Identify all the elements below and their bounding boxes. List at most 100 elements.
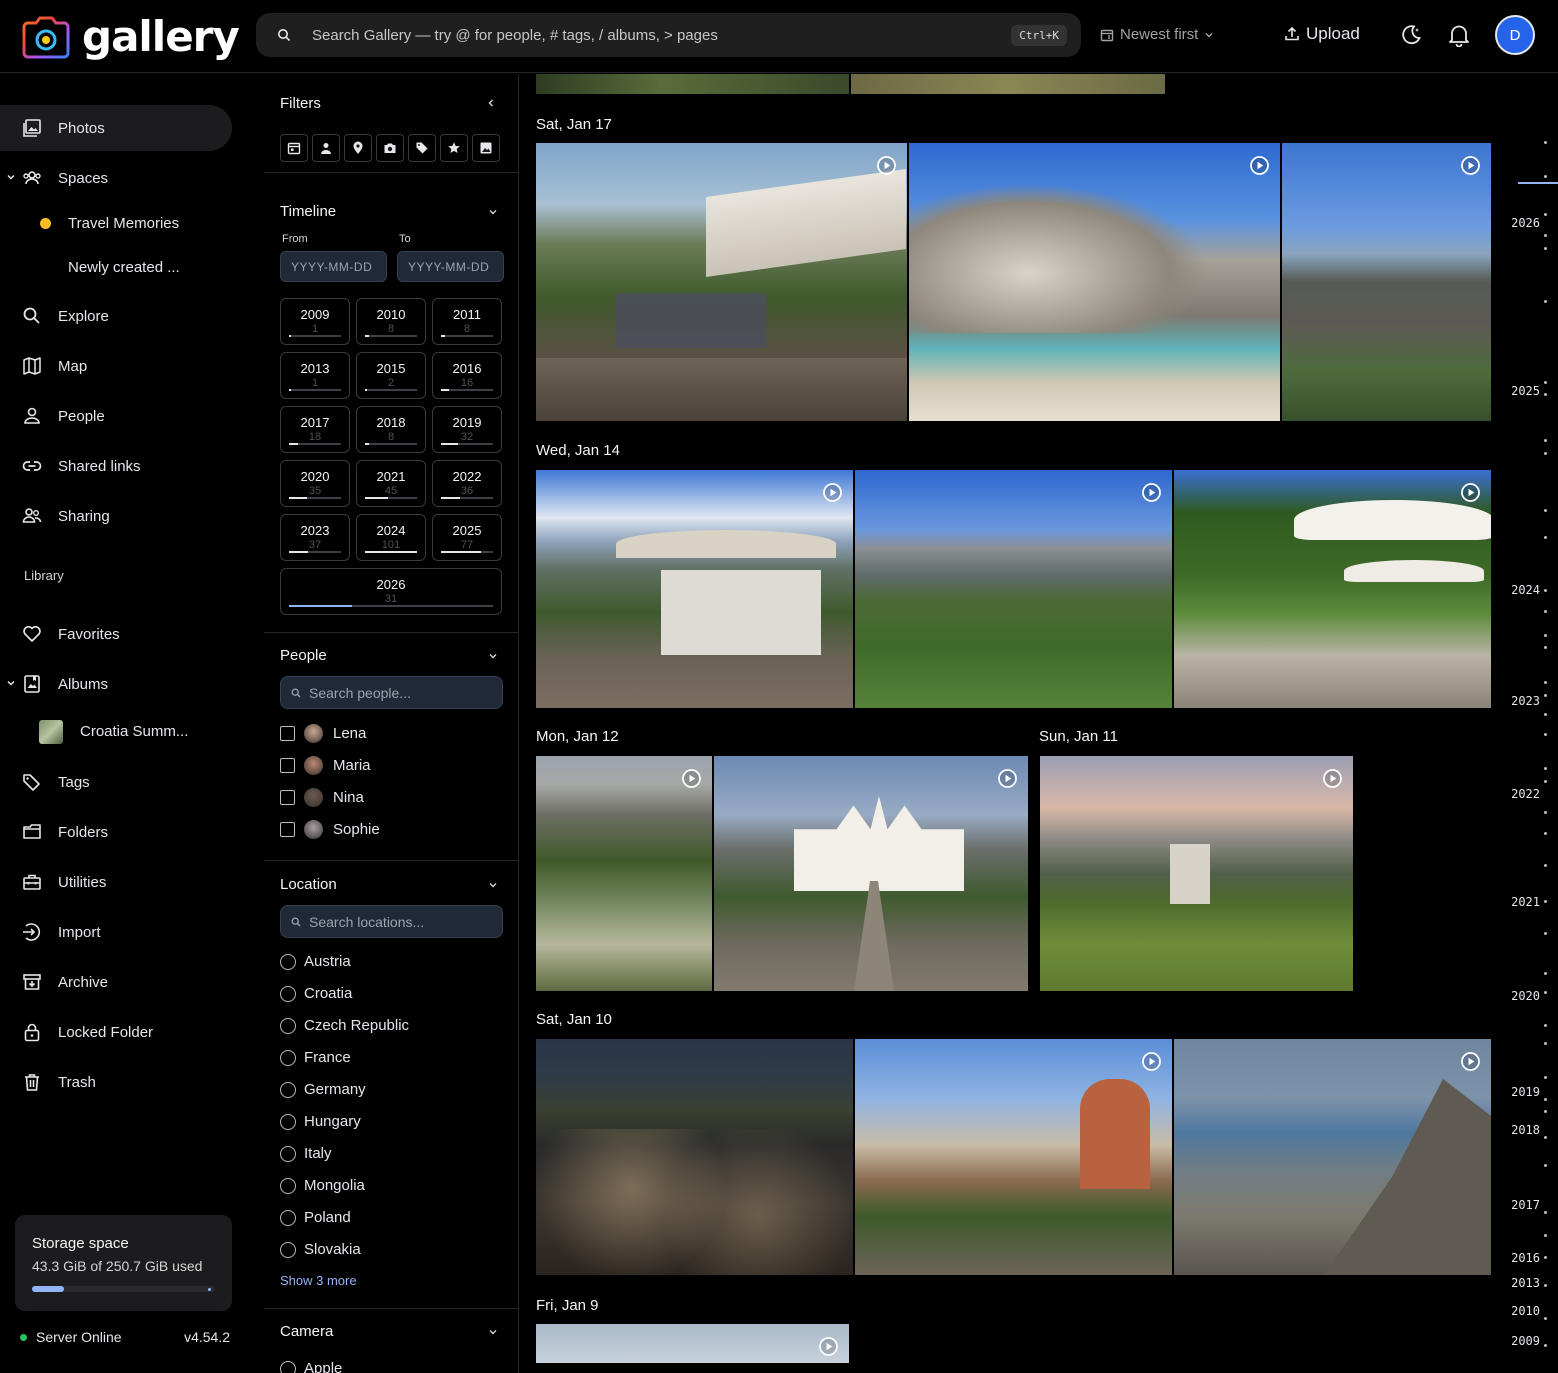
photo-thumbnail[interactable] [1174, 470, 1491, 708]
play-circle-icon[interactable] [997, 768, 1018, 789]
scrubber-year-label[interactable]: 2024 [1511, 583, 1540, 597]
year-button-2018[interactable]: 2018 8 [356, 406, 426, 453]
photo-thumbnail[interactable] [909, 143, 1280, 421]
year-button-2023[interactable]: 2023 37 [280, 514, 350, 561]
scrubber-year-label[interactable]: 2026 [1511, 216, 1540, 230]
camera-option[interactable]: Apple [280, 1360, 342, 1373]
location-filter-option[interactable]: Czech Republic [280, 1017, 409, 1034]
scrubber-year-label[interactable]: 2021 [1511, 895, 1540, 909]
radio-button[interactable] [280, 1360, 296, 1373]
sidebar-item-map[interactable]: Map [0, 343, 232, 389]
play-circle-icon[interactable] [1460, 482, 1481, 503]
year-button-2009[interactable]: 2009 1 [280, 298, 350, 345]
play-circle-icon[interactable] [876, 155, 897, 176]
sort-order-select[interactable]: Newest first [1100, 26, 1214, 43]
play-circle-icon[interactable] [818, 1336, 839, 1357]
scrubber-year-label[interactable]: 2009 [1511, 1334, 1540, 1348]
to-date-input[interactable]: YYYY-MM-DD [397, 251, 504, 282]
people-filter-option[interactable]: Sophie [280, 820, 380, 839]
date-group-header[interactable]: Sat, Jan 17 [536, 116, 612, 133]
location-filter-option[interactable]: Poland [280, 1209, 351, 1226]
chevron-left-icon[interactable] [486, 98, 496, 108]
timeline-scrubber[interactable]: 2026 2025 2024 2023 2022 2021 2020 2019 2018 2017… [1505, 74, 1558, 1373]
timeline-section-title[interactable]: Timeline [280, 203, 336, 220]
global-search[interactable]: Search Gallery — try @ for people, # tag… [256, 13, 1081, 57]
year-button-2024[interactable]: 2024 101 [356, 514, 426, 561]
play-circle-icon[interactable] [1460, 1051, 1481, 1072]
people-filter-option[interactable]: Lena [280, 724, 366, 743]
scrubber-year-label[interactable]: 2025 [1511, 384, 1540, 398]
user-avatar[interactable]: D [1495, 15, 1535, 55]
chevron-down-icon[interactable] [488, 207, 498, 217]
sidebar-item-locked-folder[interactable]: Locked Folder [0, 1009, 232, 1055]
photo-thumbnail[interactable] [1174, 1039, 1491, 1275]
sidebar-item-utilities[interactable]: Utilities [0, 859, 232, 905]
photo-thumbnail[interactable] [851, 74, 1165, 94]
date-group-header[interactable]: Wed, Jan 14 [536, 442, 620, 459]
scrubber-year-label[interactable]: 2010 [1511, 1304, 1540, 1318]
filter-date-button[interactable] [280, 134, 308, 162]
radio-button[interactable] [280, 1145, 296, 1162]
checkbox[interactable] [280, 790, 295, 805]
radio-button[interactable] [280, 1113, 296, 1130]
sidebar-item-import[interactable]: Import [0, 909, 232, 955]
location-filter-option[interactable]: France [280, 1049, 351, 1066]
location-filter-option[interactable]: Hungary [280, 1113, 361, 1130]
photo-thumbnail[interactable] [1282, 143, 1491, 421]
photo-thumbnail[interactable] [1040, 756, 1353, 991]
date-group-header[interactable]: Fri, Jan 9 [536, 1297, 599, 1314]
scrubber-year-label[interactable]: 2016 [1511, 1251, 1540, 1265]
chevron-down-icon[interactable] [488, 651, 498, 661]
storage-card[interactable]: Storage space 43.3 GiB of 250.7 GiB used [15, 1215, 232, 1311]
year-button-2021[interactable]: 2021 45 [356, 460, 426, 507]
sidebar-item-spaces[interactable]: Spaces [0, 155, 232, 201]
scrubber-year-label[interactable]: 2022 [1511, 787, 1540, 801]
checkbox[interactable] [280, 822, 295, 837]
year-button-2016[interactable]: 2016 16 [432, 352, 502, 399]
camera-section-title[interactable]: Camera [280, 1323, 333, 1340]
sidebar-item-album-croatia[interactable]: Croatia Summ... [0, 708, 232, 754]
sidebar-item-folders[interactable]: Folders [0, 809, 232, 855]
play-circle-icon[interactable] [822, 482, 843, 503]
sidebar-item-trash[interactable]: Trash [0, 1059, 232, 1105]
app-logo[interactable]: gallery [22, 12, 240, 61]
year-button-2019[interactable]: 2019 32 [432, 406, 502, 453]
photo-thumbnail[interactable] [536, 1039, 853, 1275]
photo-thumbnail[interactable] [536, 1324, 849, 1363]
photo-thumbnail[interactable] [536, 74, 849, 94]
photo-thumbnail[interactable] [536, 756, 712, 991]
play-circle-icon[interactable] [1460, 155, 1481, 176]
location-filter-option[interactable]: Mongolia [280, 1177, 365, 1194]
year-button-2011[interactable]: 2011 8 [432, 298, 502, 345]
server-version[interactable]: v4.54.2 [184, 1329, 230, 1345]
sidebar-item-sharing[interactable]: Sharing [0, 493, 232, 539]
play-circle-icon[interactable] [1141, 482, 1162, 503]
location-search-input[interactable]: Search locations... [280, 905, 503, 938]
sidebar-item-people[interactable]: People [0, 393, 232, 439]
radio-button[interactable] [280, 1081, 296, 1098]
sidebar-item-explore[interactable]: Explore [0, 293, 232, 339]
chevron-down-icon[interactable] [488, 1327, 498, 1337]
sidebar-item-albums[interactable]: Albums [0, 661, 232, 707]
from-date-input[interactable]: YYYY-MM-DD [280, 251, 387, 282]
notifications-button[interactable] [1448, 23, 1470, 47]
people-section-title[interactable]: People [280, 647, 327, 664]
location-filter-option[interactable]: Austria [280, 953, 351, 970]
photo-thumbnail[interactable] [855, 1039, 1172, 1275]
location-filter-option[interactable]: Italy [280, 1145, 332, 1162]
scrubber-year-label[interactable]: 2019 [1511, 1085, 1540, 1099]
year-button-2010[interactable]: 2010 8 [356, 298, 426, 345]
photo-thumbnail[interactable] [536, 470, 853, 708]
radio-button[interactable] [280, 1049, 296, 1066]
scrubber-year-label[interactable]: 2020 [1511, 989, 1540, 1003]
sidebar-item-shared-links[interactable]: Shared links [0, 443, 232, 489]
sidebar-item-space-travel[interactable]: Travel Memories [0, 200, 232, 246]
year-button-2020[interactable]: 2020 35 [280, 460, 350, 507]
filter-tags-button[interactable] [408, 134, 436, 162]
show-more-locations-link[interactable]: Show 3 more [280, 1273, 357, 1288]
year-button-2017[interactable]: 2017 18 [280, 406, 350, 453]
radio-button[interactable] [280, 1209, 296, 1226]
year-button-2013[interactable]: 2013 1 [280, 352, 350, 399]
play-circle-icon[interactable] [681, 768, 702, 789]
sidebar-item-archive[interactable]: Archive [0, 959, 232, 1005]
